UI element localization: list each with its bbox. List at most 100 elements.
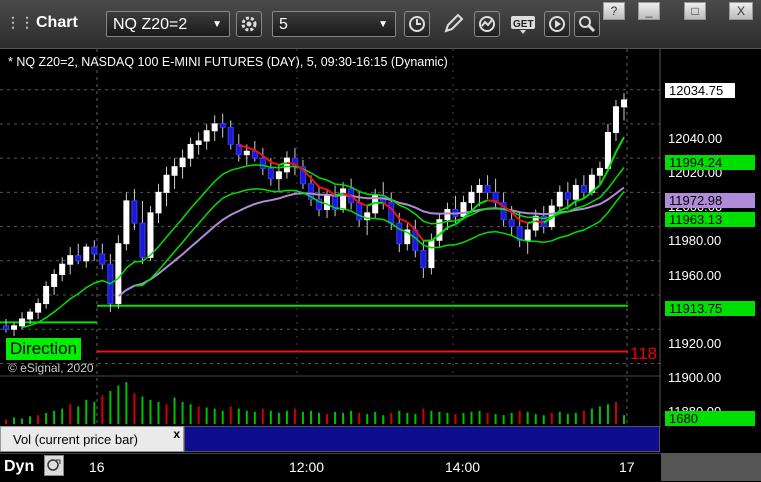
candle-body: [68, 256, 73, 265]
candle-body: [268, 168, 273, 178]
volume-badge: 1680: [665, 411, 755, 426]
candle-body: [164, 175, 169, 192]
candle-body: [100, 254, 105, 264]
x-tick-label: 17: [619, 459, 635, 475]
last-price-badge: 12034.75: [665, 83, 735, 98]
maximize-button[interactable]: □: [684, 2, 706, 20]
fast-ma-segment: [271, 162, 279, 165]
candle-body: [557, 192, 562, 206]
candle-body: [228, 127, 233, 144]
candle-body: [124, 201, 129, 244]
chart-info-line: * NQ Z20=2, NASDAQ 100 E-MINI FUTURES (D…: [8, 55, 448, 69]
candle-body: [140, 223, 145, 257]
candle-body: [12, 326, 17, 329]
candle-body: [597, 168, 602, 175]
candle-body: [389, 203, 394, 224]
get-button[interactable]: GET: [508, 11, 538, 37]
candle-body: [84, 247, 89, 261]
candle-body: [613, 107, 618, 133]
candle-body: [172, 167, 177, 176]
candle-body: [204, 131, 209, 141]
fast-ma-segment: [247, 147, 255, 150]
symbol-value: NQ Z20=2: [113, 16, 187, 33]
play-button[interactable]: [544, 11, 570, 37]
y-tick-label: 11900.00: [668, 370, 721, 385]
close-icon[interactable]: x: [173, 427, 180, 441]
chevron-down-icon: ▼: [378, 12, 388, 38]
fast-ma-segment: [447, 224, 455, 227]
candle-body: [325, 196, 330, 210]
candle-body: [573, 186, 578, 200]
candle-body: [220, 124, 225, 127]
candle-body: [605, 132, 610, 168]
candle-body: [60, 264, 65, 274]
candle-body: [132, 201, 137, 223]
fast-ma-segment: [584, 192, 592, 199]
purple-line-badge: 11972.98: [665, 193, 755, 208]
fast-ma-segment: [480, 200, 488, 203]
red-line-value: 118: [630, 344, 657, 364]
fast-ma-segment: [407, 222, 415, 230]
fast-ma-segment: [520, 220, 528, 223]
x-tick-label: 14:00: [445, 459, 480, 475]
y-tick-label: 11920.00: [668, 336, 721, 351]
candle-body: [509, 220, 514, 227]
candle-body: [196, 141, 201, 144]
time-axis: [0, 453, 761, 482]
green-line-upper-badge: 11994.24: [665, 155, 755, 170]
scroll-button[interactable]: [44, 455, 64, 476]
y-tick-label: 12040.00: [668, 131, 722, 146]
price-chart[interactable]: [0, 49, 761, 428]
fast-ma-segment: [568, 201, 576, 207]
settings-button[interactable]: [236, 11, 262, 37]
fast-ma-segment: [488, 200, 496, 201]
candle-body: [4, 326, 9, 329]
candle-body: [461, 203, 466, 217]
candle-body: [44, 286, 49, 303]
symbol-combo[interactable]: NQ Z20=2 ▼: [106, 11, 230, 37]
gear-icon: [239, 14, 259, 34]
candle-body: [397, 223, 402, 244]
minimize-button[interactable]: _: [638, 2, 660, 20]
candle-body: [341, 189, 346, 210]
candle-body: [469, 192, 474, 202]
copyright-text: © eSignal, 2020: [8, 361, 94, 375]
studies-button[interactable]: [474, 11, 500, 37]
get-icon: GET: [510, 13, 540, 35]
candle-body: [244, 151, 249, 154]
chart-app-icon: ⋮⋮: [6, 14, 34, 30]
candle-body: [525, 230, 530, 240]
interval-combo[interactable]: 5 ▼: [272, 11, 396, 37]
close-button[interactable]: X: [729, 2, 753, 20]
y-tick-label: 11980.00: [668, 233, 721, 248]
volume-panel-label[interactable]: Vol (current price bar) x: [0, 426, 184, 452]
candle-body: [148, 213, 153, 257]
candle-body: [565, 192, 570, 199]
fast-ma-segment: [319, 187, 327, 189]
zoom-button[interactable]: [574, 11, 600, 37]
draw-button[interactable]: [440, 11, 466, 37]
candle-body: [20, 319, 25, 326]
candle-body: [180, 158, 185, 167]
candle-body: [28, 312, 33, 319]
time-button[interactable]: [404, 11, 430, 37]
candle-body: [260, 158, 265, 168]
candle-body: [36, 304, 41, 313]
volume-panel-strip: [184, 426, 660, 452]
candle-body: [622, 100, 627, 107]
chevron-down-icon: ▼: [212, 12, 222, 38]
x-tick-label: 16: [89, 459, 105, 475]
candle-body: [284, 158, 289, 172]
direction-label[interactable]: Direction: [6, 338, 81, 360]
pencil-icon: [442, 13, 464, 35]
volume-label-text: Vol (current price bar): [13, 432, 138, 447]
candle-body: [445, 209, 450, 219]
candle-body: [76, 256, 81, 261]
candle-body: [52, 274, 57, 286]
study-icon: [477, 14, 497, 34]
candle-body: [156, 192, 161, 213]
candle-body: [477, 186, 482, 193]
green-line-lower-badge: 11913.75: [665, 301, 755, 316]
help-button[interactable]: ?: [603, 2, 625, 20]
candle-body: [188, 144, 193, 158]
